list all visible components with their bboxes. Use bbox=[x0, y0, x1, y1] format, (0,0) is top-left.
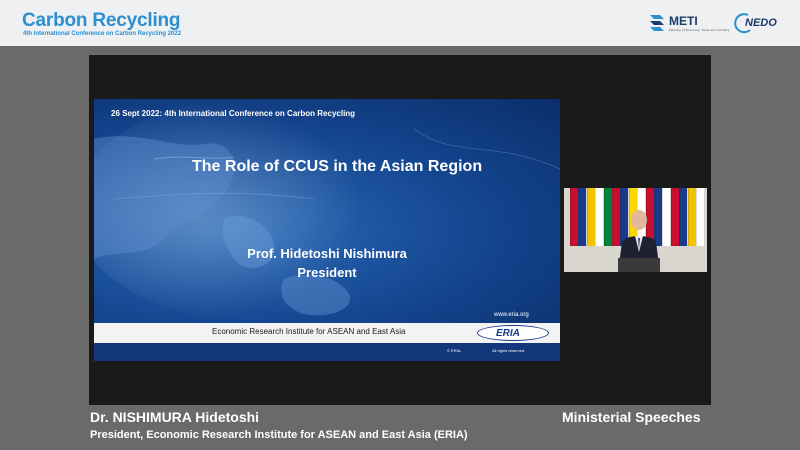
presentation-slide: 26 Sept 2022: 4th International Conferen… bbox=[94, 99, 560, 361]
brand-subtitle: 4th International Conference on Carbon R… bbox=[23, 31, 182, 37]
nedo-label: NEDO bbox=[745, 17, 777, 29]
flag bbox=[687, 188, 696, 246]
eria-logo-text: ERIA bbox=[496, 328, 520, 339]
world-map-graphic bbox=[94, 99, 560, 319]
slide-date-line: 26 Sept 2022: 4th International Conferen… bbox=[111, 109, 356, 118]
flag bbox=[570, 188, 578, 246]
slide-copyright: © ERIA. bbox=[447, 348, 462, 353]
brand-title: Carbon Recycling bbox=[22, 10, 181, 31]
slide-title: The Role of CCUS in the Asian Region bbox=[192, 158, 483, 175]
meti-label: METI bbox=[669, 14, 698, 28]
speaker-person-icon bbox=[618, 210, 660, 272]
slide-speaker-name: Prof. Hidetoshi Nishimura bbox=[247, 246, 407, 261]
speaker-title-caption: President, Economic Research Institute f… bbox=[90, 429, 468, 441]
meti-subtitle: Ministry of Economy, Trade and Industry bbox=[669, 28, 730, 32]
flag bbox=[670, 188, 679, 246]
section-label: Ministerial Speeches bbox=[562, 409, 701, 425]
flag bbox=[595, 188, 604, 246]
flag bbox=[679, 188, 688, 246]
slide-footer: © ERIA. All rights reserved. bbox=[94, 343, 560, 361]
nedo-logo: NEDO bbox=[734, 12, 777, 34]
meti-mark-icon bbox=[650, 15, 664, 31]
slide-institute-band: Economic Research Institute for ASEAN an… bbox=[94, 323, 560, 343]
slide-rights: All rights reserved. bbox=[492, 348, 526, 353]
flag bbox=[578, 188, 587, 246]
eria-logo: ERIA bbox=[477, 325, 549, 341]
speaker-name-caption: Dr. NISHIMURA Hidetoshi bbox=[90, 409, 260, 425]
flag bbox=[696, 188, 704, 246]
conference-header-bar: Carbon Recycling 4th International Confe… bbox=[0, 0, 800, 46]
speaker-video-feed bbox=[564, 188, 707, 272]
meti-logo: METI Ministry of Economy, Trade and Indu… bbox=[648, 13, 730, 35]
slide-speaker-role: President bbox=[297, 265, 357, 280]
flag bbox=[603, 188, 612, 246]
slide-institute-name: Economic Research Institute for ASEAN an… bbox=[212, 327, 406, 336]
flag bbox=[586, 188, 595, 246]
slide-website: www.eria.org bbox=[494, 312, 529, 318]
